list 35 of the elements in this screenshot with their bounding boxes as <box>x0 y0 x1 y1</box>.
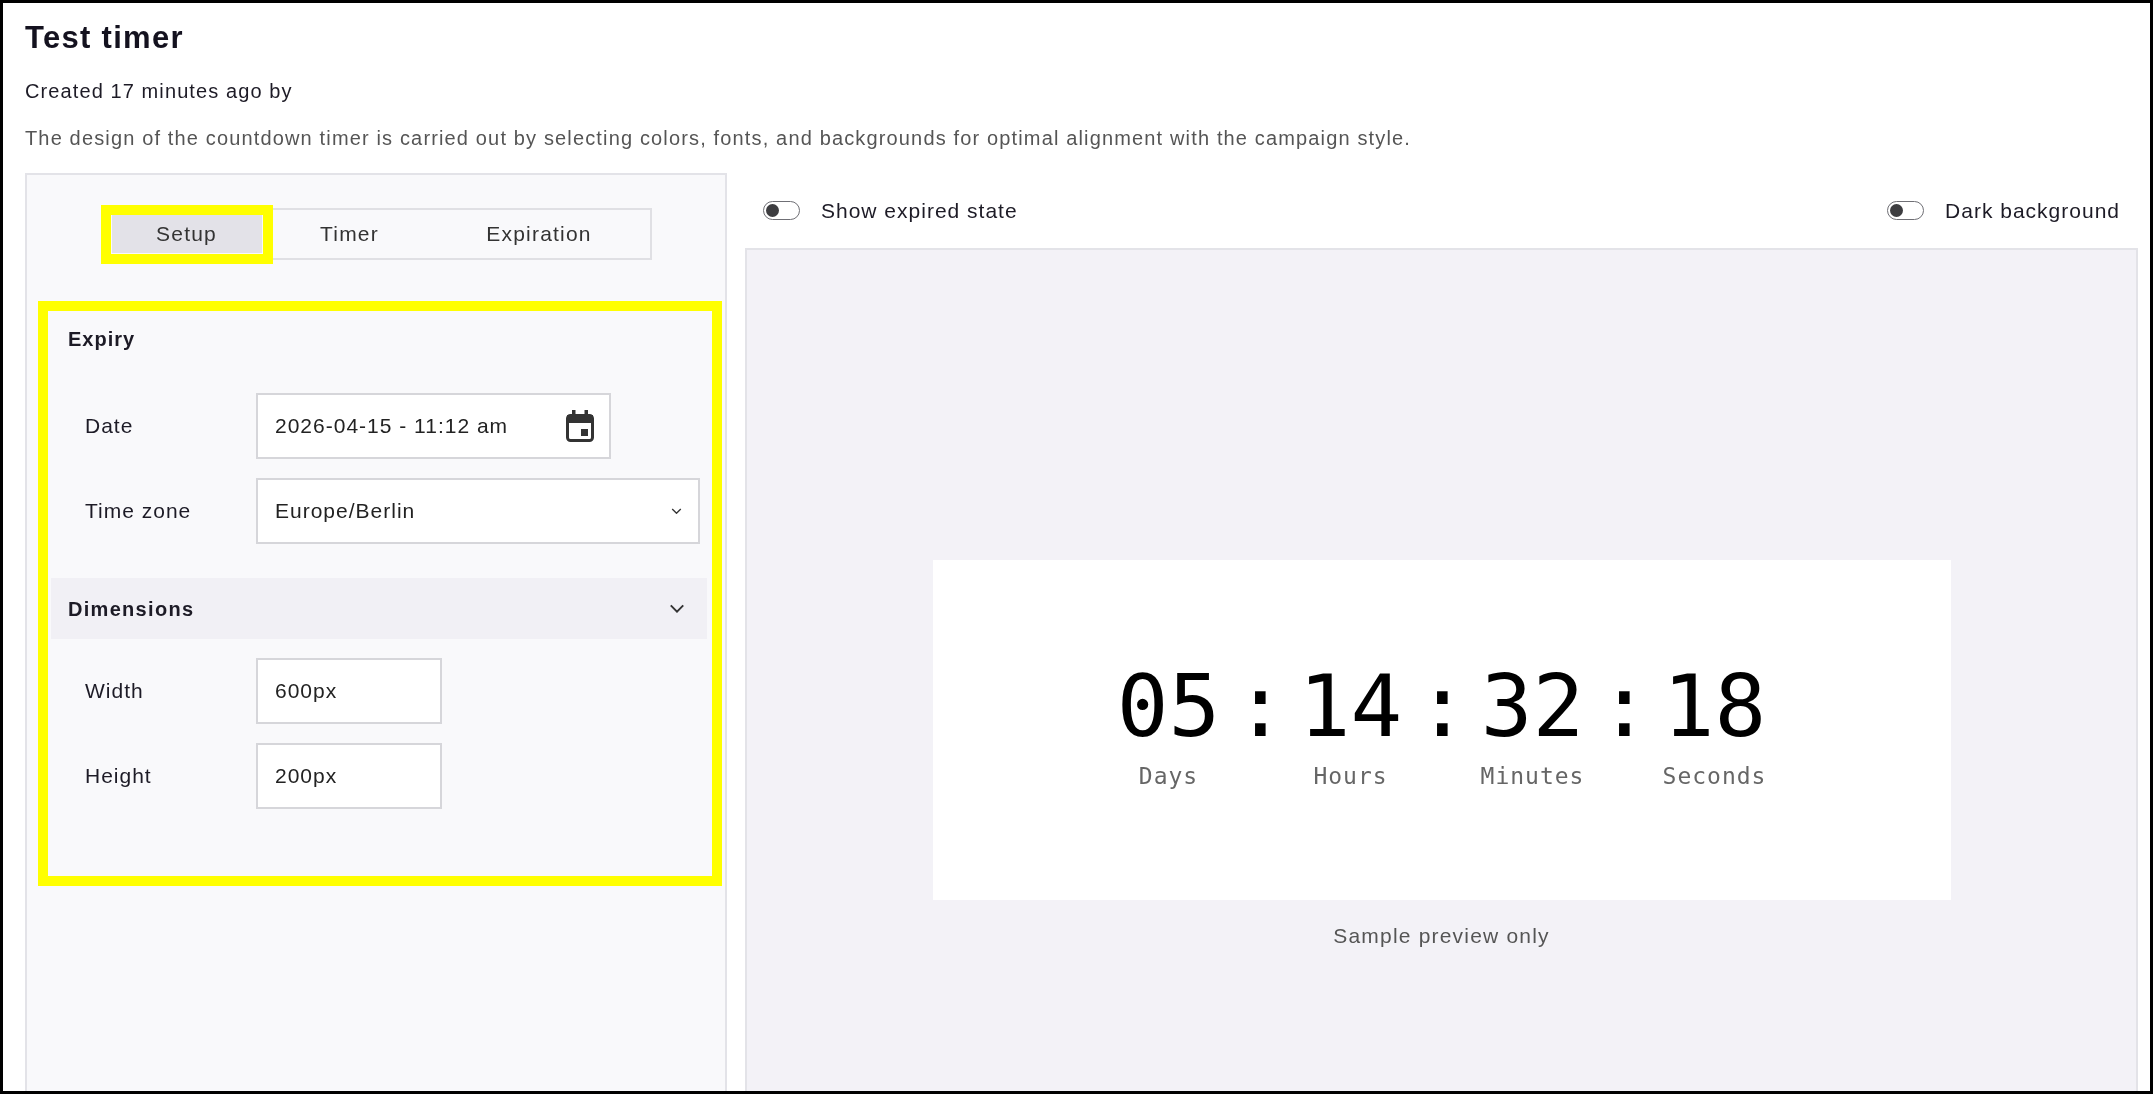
field-label: Height <box>85 763 153 790</box>
chevron-down-icon <box>669 603 685 614</box>
timer-digits: 18 <box>1662 663 1767 749</box>
preview-caption: Sample preview only <box>1333 924 1550 948</box>
timer-digits: 14 <box>1298 663 1403 749</box>
toggle-label: Show expired state <box>821 197 1018 224</box>
timer-digits: 32 <box>1480 663 1585 749</box>
colon-separator: : <box>1416 663 1467 749</box>
text-field[interactable]: 600px <box>256 658 442 724</box>
tab[interactable]: Timer <box>261 215 438 253</box>
select-field[interactable]: Europe/Berlin <box>256 478 700 544</box>
text-field[interactable]: 200px <box>256 743 442 809</box>
section-header[interactable]: Dimensions <box>51 578 707 639</box>
created-text: Created 17 minutes ago by <box>25 79 294 103</box>
date-field[interactable]: 2026-04-15 - 11:12 am <box>256 393 611 459</box>
unit-label: Days <box>1138 762 1199 790</box>
unit-label: Hours <box>1313 762 1388 790</box>
tab[interactable]: Setup <box>111 215 262 253</box>
toggle-switch[interactable] <box>1887 201 1925 220</box>
timer-digits: 05 <box>1116 663 1221 749</box>
toggle-label: Dark background <box>1945 197 2120 224</box>
page-title: Test timer <box>25 20 185 56</box>
colon-separator: : <box>1234 663 1285 749</box>
field-label: Width <box>85 678 145 705</box>
chevron-down-icon <box>671 507 682 515</box>
calendar-icon[interactable] <box>565 409 595 443</box>
field-label: Time zone <box>85 498 193 525</box>
unit-label: Minutes <box>1480 762 1585 790</box>
description-text: The design of the countdown timer is carried out by selecting colors, fonts, and backgrounds for optimal alignment with the campaign style. <box>25 126 1413 150</box>
tab[interactable]: Expiration <box>437 215 641 253</box>
section-heading: Expiry <box>68 327 136 352</box>
colon-separator: : <box>1598 663 1649 749</box>
field-label: Date <box>85 413 135 440</box>
toggle-switch[interactable] <box>763 201 800 220</box>
unit-label: Seconds <box>1662 762 1767 790</box>
